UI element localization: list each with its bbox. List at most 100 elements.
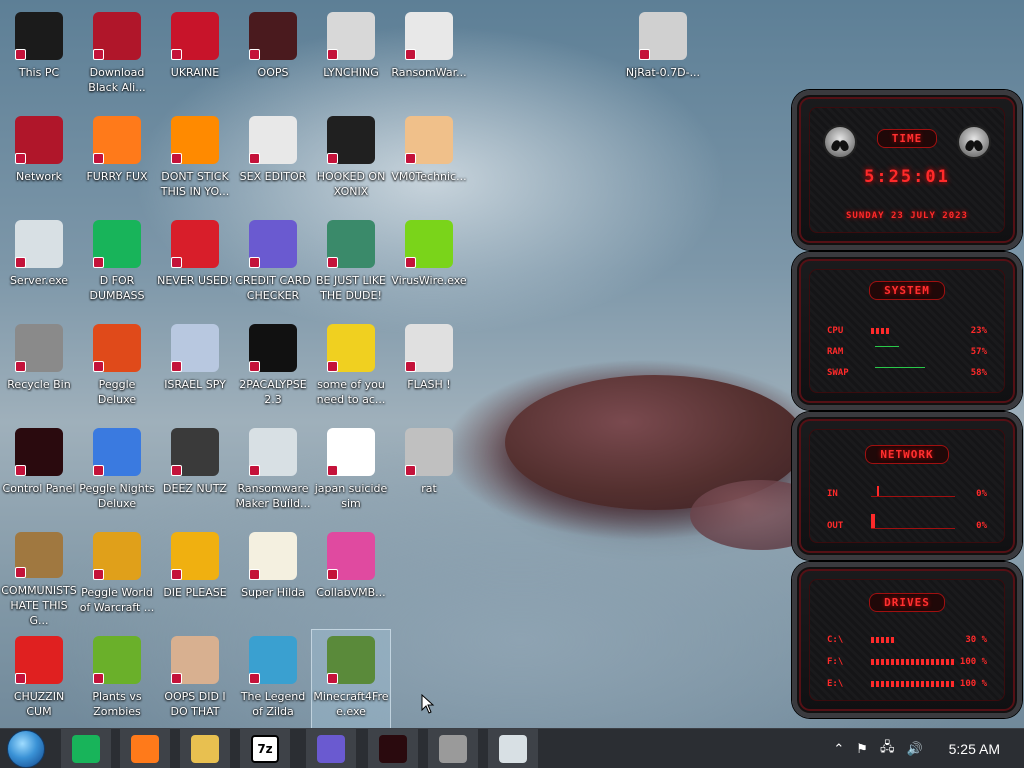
drive-c-bar (871, 637, 897, 643)
volume-icon[interactable]: 🔊 (906, 742, 922, 757)
shortcut-badge-icon (93, 673, 104, 684)
desktop-icon[interactable]: some of you need to ac... (312, 318, 390, 418)
desktop-icon[interactable]: rat (390, 422, 468, 522)
drive-e-label: E:\ (827, 679, 844, 689)
alien-orb-icon (15, 116, 63, 164)
desktop-icon[interactable]: Server.exe (0, 214, 78, 314)
taskbar-button[interactable] (61, 729, 111, 768)
desktop-icon[interactable]: Ransomware Maker Build... (234, 422, 312, 522)
flag-icon (327, 428, 375, 476)
taskbar-button[interactable] (368, 729, 418, 768)
desktop-icon[interactable]: 2PACALYPSE 2.3 (234, 318, 312, 418)
taskbar-button[interactable] (428, 729, 478, 768)
desktop-icon[interactable]: NjRat-0.7D-... (624, 6, 702, 106)
desktop-icon[interactable]: DONT STICK THIS IN YO... (156, 110, 234, 210)
desktop-icon[interactable]: Recycle Bin (0, 318, 78, 418)
swap-value: 58% (970, 368, 987, 378)
santa-icon (327, 220, 375, 268)
green-doc-icon (93, 220, 141, 268)
shortcut-badge-icon (171, 673, 182, 684)
desktop-icon-label: Recycle Bin (7, 378, 71, 391)
desktop-icon-label: BE JUST LIKE THE DUDE! (315, 274, 387, 302)
desktop-icon-label: Minecraft4Free.exe (313, 690, 389, 718)
desktop-icon[interactable]: Network (0, 110, 78, 210)
document-icon (639, 12, 687, 60)
desktop-icon[interactable]: This PC (0, 6, 78, 106)
desktop-icon[interactable]: Peggle Deluxe (78, 318, 156, 418)
taskbar-button[interactable] (488, 729, 538, 768)
network-title: NETWORK (865, 445, 949, 464)
shortcut-badge-icon (15, 361, 26, 372)
desktop-icon[interactable]: DIE PLEASE (156, 526, 234, 626)
desktop-icon[interactable]: COMMUNISTS HATE THIS G... (0, 526, 78, 626)
7zip-icon: 7z (251, 735, 279, 763)
cpu-row: CPU 23% (827, 324, 987, 338)
taskbar-button[interactable] (306, 729, 356, 768)
desktop-icon[interactable]: VM0Technic... (390, 110, 468, 210)
desktop-icon[interactable]: LYNCHING (312, 6, 390, 106)
taskbar-button[interactable] (120, 729, 170, 768)
desktop-icon[interactable]: Minecraft4Free.exe (311, 629, 391, 731)
desktop-icon-label: This PC (18, 66, 60, 79)
system-panel: SYSTEM CPU 23% RAM 57% SWAP 58% (792, 252, 1022, 410)
shortcut-badge-icon (93, 153, 104, 164)
desktop-icon[interactable]: ISRAEL SPY (156, 318, 234, 418)
desktop-icon[interactable]: SEX EDITOR (234, 110, 312, 210)
shortcut-badge-icon (15, 257, 26, 268)
desktop-icon-label: 2PACALYPSE 2.3 (239, 378, 307, 406)
desktop-icon-label: Peggle Nights Deluxe (79, 482, 155, 510)
net-out-value: 0% (976, 521, 987, 531)
desktop-icon[interactable]: CREDIT CARD CHECKER (234, 214, 312, 314)
control-panel-icon (379, 735, 407, 763)
network-icon[interactable]: 🖧 (880, 738, 895, 760)
desktop-icon[interactable]: RansomWar... (390, 6, 468, 106)
drive-f-label: F:\ (827, 657, 844, 667)
shortcut-badge-icon (327, 361, 338, 372)
desktop-icon[interactable]: Peggle World of Warcraft ... (78, 526, 156, 626)
desktop-icon[interactable]: japan suicide sim (312, 422, 390, 522)
green-doc-icon (72, 735, 100, 763)
taskbar-button[interactable] (180, 729, 230, 768)
desktop-icon[interactable]: Plants vs Zombies (78, 630, 156, 730)
desktop-icon[interactable]: D FOR DUMBASS (78, 214, 156, 314)
desktop-icon-label: Control Panel (2, 482, 76, 495)
desktop-icon[interactable]: FLASH ! (390, 318, 468, 418)
desktop-icon[interactable]: The Legend of Zilda (234, 630, 312, 730)
desktop-icon[interactable]: CollabVMB... (312, 526, 390, 626)
desktop-icon[interactable]: OOPS DID I DO THAT (156, 630, 234, 730)
peggle-icon (93, 428, 141, 476)
taskbar-clock[interactable]: 5:25 AM (949, 741, 1000, 757)
shortcut-badge-icon (249, 673, 260, 684)
shortcut-badge-icon (93, 569, 104, 580)
window-icon (499, 735, 527, 763)
desktop-icon[interactable]: Super Hilda (234, 526, 312, 626)
shortcut-badge-icon (171, 49, 182, 60)
start-orb-icon[interactable] (7, 729, 45, 768)
desktop-icon[interactable]: OOPS (234, 6, 312, 106)
desktop-icon[interactable]: CHUZZIN CUM (0, 630, 78, 730)
taskbar-button[interactable]: 7z (240, 729, 290, 768)
desktop-icon-label: FLASH ! (407, 378, 451, 391)
desktop-icon[interactable]: Control Panel (0, 422, 78, 522)
drive-f-bar (871, 659, 955, 665)
action-center-flag-icon[interactable]: ⚑ (856, 742, 868, 757)
desktop-icon[interactable]: BE JUST LIKE THE DUDE! (312, 214, 390, 314)
desktop-icon[interactable]: UKRAINE (156, 6, 234, 106)
shortcut-badge-icon (249, 49, 260, 60)
hxd-icon (249, 116, 297, 164)
desktop-icon[interactable]: Download Black Ali... (78, 6, 156, 106)
show-hidden-icons-icon[interactable]: ⌃ (833, 742, 844, 757)
desktop-icon[interactable]: Peggle Nights Deluxe (78, 422, 156, 522)
desktop-icon[interactable]: VirusWire.exe (390, 214, 468, 314)
spy-window-icon (171, 324, 219, 372)
widget-date: SUNDAY 23 JULY 2023 (846, 211, 968, 221)
desktop-icon-label: CHUZZIN CUM (13, 690, 65, 718)
grass-block-icon (327, 636, 375, 684)
desktop-icon[interactable]: DEEZ NUTZ (156, 422, 234, 522)
shortcut-badge-icon (15, 49, 26, 60)
desktop-icon[interactable]: FURRY FUX (78, 110, 156, 210)
radiation-icon (171, 12, 219, 60)
desktop-icon-label: The Legend of Zilda (240, 690, 306, 718)
desktop-icon[interactable]: NEVER USED! (156, 214, 234, 314)
desktop-icon[interactable]: HOOKED ON XONIX (312, 110, 390, 210)
